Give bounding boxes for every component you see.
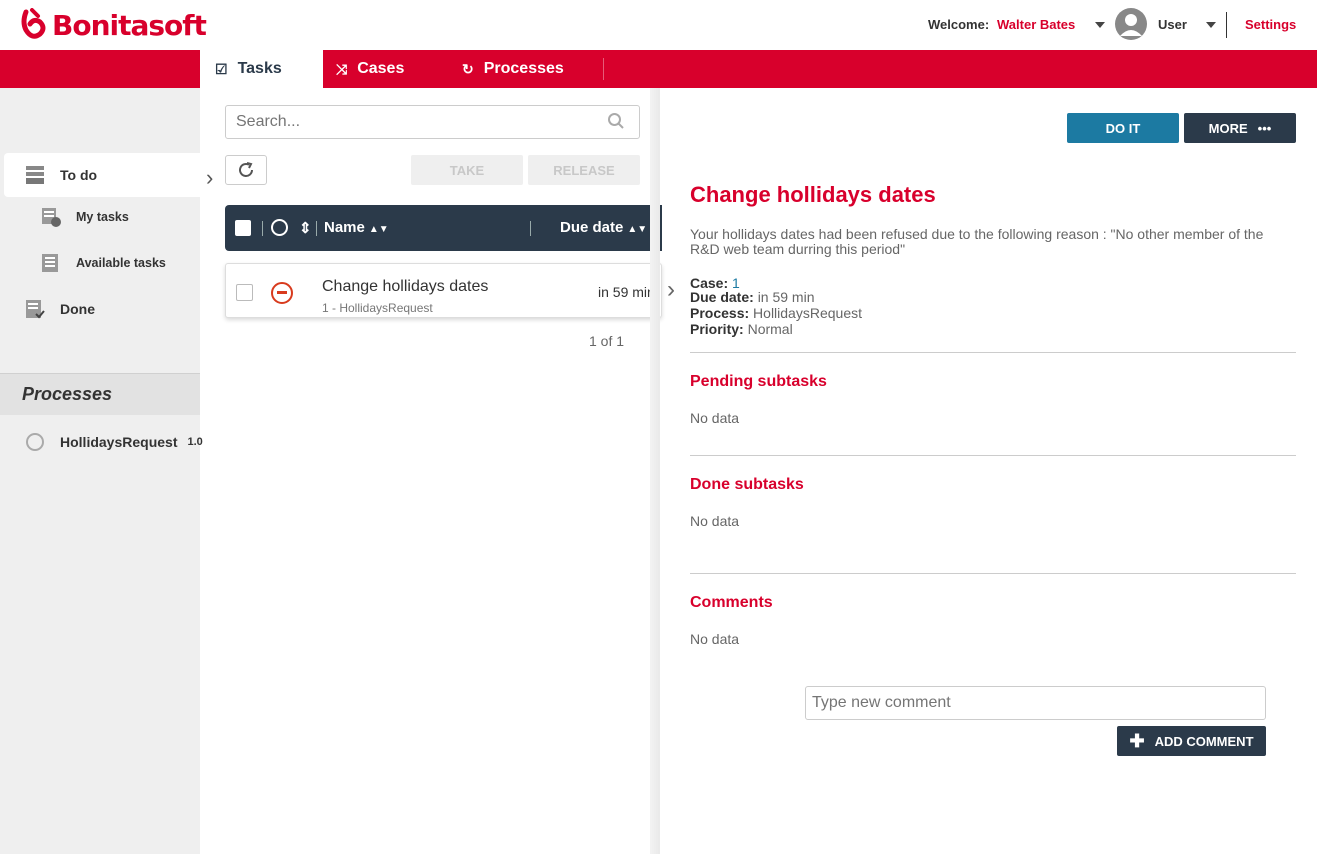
process-meta: Process: HollidaysRequest bbox=[690, 305, 862, 321]
refresh-button[interactable] bbox=[225, 155, 267, 185]
panel-divider[interactable] bbox=[650, 88, 660, 854]
sidebar-item-my-tasks[interactable]: My tasks bbox=[40, 206, 129, 228]
avatar[interactable] bbox=[1115, 8, 1147, 40]
user-name[interactable]: Walter Bates bbox=[997, 17, 1075, 32]
sidebar-item-process[interactable]: HollidaysRequest 1.0 bbox=[26, 433, 203, 451]
sidebar-item-label: Available tasks bbox=[76, 256, 166, 270]
name-column-header[interactable]: Name ▲▼ bbox=[324, 219, 389, 236]
refresh-icon bbox=[239, 162, 253, 177]
ellipsis-icon: ••• bbox=[1257, 120, 1272, 136]
logo-text: Bonitasoft bbox=[52, 8, 207, 42]
tab-label: Tasks bbox=[237, 60, 282, 77]
row-checkbox[interactable] bbox=[236, 284, 253, 301]
hand-task-icon bbox=[40, 206, 62, 228]
top-header: Bonitasoft Welcome: Walter Bates User Se… bbox=[0, 0, 1317, 50]
tab-divider bbox=[603, 58, 604, 80]
done-subtasks-title: Done subtasks bbox=[690, 476, 804, 493]
tab-label: Processes bbox=[483, 60, 564, 77]
sort-icon: ▲▼ bbox=[368, 224, 389, 235]
priority-sort-icon[interactable]: ⇕ bbox=[299, 219, 312, 237]
section-divider bbox=[690, 573, 1296, 574]
comments-title: Comments bbox=[690, 594, 773, 611]
process-ring-icon bbox=[26, 433, 44, 451]
inbox-tray-icon bbox=[24, 164, 46, 186]
process-name: HollidaysRequest bbox=[60, 434, 178, 450]
section-divider bbox=[690, 455, 1296, 456]
sidebar-item-available-tasks[interactable]: Available tasks bbox=[40, 252, 166, 274]
welcome-label: Welcome: bbox=[928, 17, 990, 32]
add-comment-label: ADD COMMENT bbox=[1154, 733, 1254, 749]
priority-label: Priority: bbox=[690, 321, 744, 337]
tab-processes[interactable]: ↻ Processes bbox=[462, 50, 564, 88]
due-date-meta: Due date: in 59 min bbox=[690, 289, 815, 305]
task-name: Change hollidays dates bbox=[322, 278, 489, 295]
priority-column-icon bbox=[271, 219, 288, 236]
process-label: Process: bbox=[690, 305, 750, 321]
comments-empty: No data bbox=[690, 631, 740, 647]
sidebar: To do My tasks Available tasks Done Proc… bbox=[0, 88, 203, 854]
sidebar-item-done[interactable]: Done bbox=[24, 298, 95, 320]
task-table-header: ⇕ Name ▲▼ Due date ▲▼ bbox=[225, 205, 662, 251]
column-divider bbox=[530, 221, 531, 236]
tab-label: Cases bbox=[357, 60, 405, 77]
task-title: Change hollidays dates bbox=[690, 182, 936, 207]
section-divider bbox=[690, 352, 1296, 353]
cycle-icon: ↻ bbox=[462, 60, 474, 77]
pagination-label: 1 of 1 bbox=[589, 333, 625, 349]
tab-cases[interactable]: ⤨ Cases bbox=[336, 50, 404, 88]
task-case-ref: 1 - HollidaysRequest bbox=[322, 301, 433, 315]
user-menu-caret-icon[interactable] bbox=[1095, 22, 1105, 28]
more-button[interactable]: MORE ••• bbox=[1184, 113, 1296, 143]
settings-link[interactable]: Settings bbox=[1245, 17, 1296, 32]
select-all-checkbox[interactable] bbox=[235, 220, 251, 236]
chevron-right-icon: › bbox=[667, 276, 675, 303]
comment-input[interactable] bbox=[805, 686, 1266, 720]
add-comment-button[interactable]: ✚ ADD COMMENT bbox=[1117, 726, 1266, 756]
sidebar-item-label: To do bbox=[60, 167, 98, 183]
header-divider bbox=[1226, 12, 1227, 38]
check-square-icon: ☑ bbox=[215, 60, 228, 77]
priority-meta: Priority: Normal bbox=[690, 321, 793, 337]
chevron-right-icon: › bbox=[206, 165, 214, 190]
pending-subtasks-empty: No data bbox=[690, 410, 740, 426]
shuffle-icon: ⤨ bbox=[336, 60, 348, 77]
pending-subtasks-title: Pending subtasks bbox=[690, 373, 827, 390]
done-list-icon bbox=[24, 298, 46, 320]
release-button[interactable]: RELEASE bbox=[528, 155, 640, 185]
profile-menu-caret-icon[interactable] bbox=[1206, 22, 1216, 28]
name-column-label: Name bbox=[324, 219, 365, 236]
sidebar-item-label: My tasks bbox=[76, 210, 129, 224]
main-tab-bar: ☑ Tasks ⤨ Cases ↻ Processes bbox=[0, 50, 1317, 88]
bonitasoft-logo[interactable]: Bonitasoft bbox=[18, 6, 207, 44]
processes-section-header: Processes bbox=[0, 373, 200, 415]
search-input[interactable] bbox=[225, 105, 640, 139]
due-date-label: Due date: bbox=[690, 289, 754, 305]
task-description: Your hollidays dates had been refused du… bbox=[690, 226, 1264, 257]
priority-value: Normal bbox=[747, 321, 793, 337]
task-list-icon bbox=[40, 252, 62, 274]
sidebar-item-todo[interactable]: To do bbox=[4, 153, 200, 197]
column-divider bbox=[316, 221, 317, 236]
sidebar-item-label: Done bbox=[60, 301, 95, 317]
do-it-button[interactable]: DO IT bbox=[1067, 113, 1179, 143]
bonitasoft-logo-icon bbox=[21, 8, 46, 39]
due-date-value: in 59 min bbox=[757, 289, 815, 305]
column-divider bbox=[262, 221, 263, 236]
search-icon[interactable] bbox=[607, 112, 625, 130]
table-row[interactable]: Change hollidays dates 1 - HollidaysRequ… bbox=[225, 263, 662, 318]
due-date-column-header[interactable]: Due date ▲▼ bbox=[560, 219, 647, 236]
task-due-date: in 59 min bbox=[598, 284, 655, 300]
done-subtasks-empty: No data bbox=[690, 513, 740, 529]
sort-icon: ▲▼ bbox=[627, 224, 648, 235]
plus-icon: ✚ bbox=[1129, 730, 1145, 751]
process-value: HollidaysRequest bbox=[753, 305, 862, 321]
take-button[interactable]: TAKE bbox=[411, 155, 523, 185]
profile-label[interactable]: User bbox=[1158, 17, 1187, 32]
due-date-column-label: Due date bbox=[560, 219, 624, 236]
user-avatar-icon bbox=[1120, 14, 1142, 36]
high-priority-icon bbox=[271, 282, 293, 304]
process-version: 1.0 bbox=[187, 436, 203, 448]
more-button-label: MORE bbox=[1208, 120, 1248, 136]
tab-tasks[interactable]: ☑ Tasks bbox=[200, 50, 323, 88]
